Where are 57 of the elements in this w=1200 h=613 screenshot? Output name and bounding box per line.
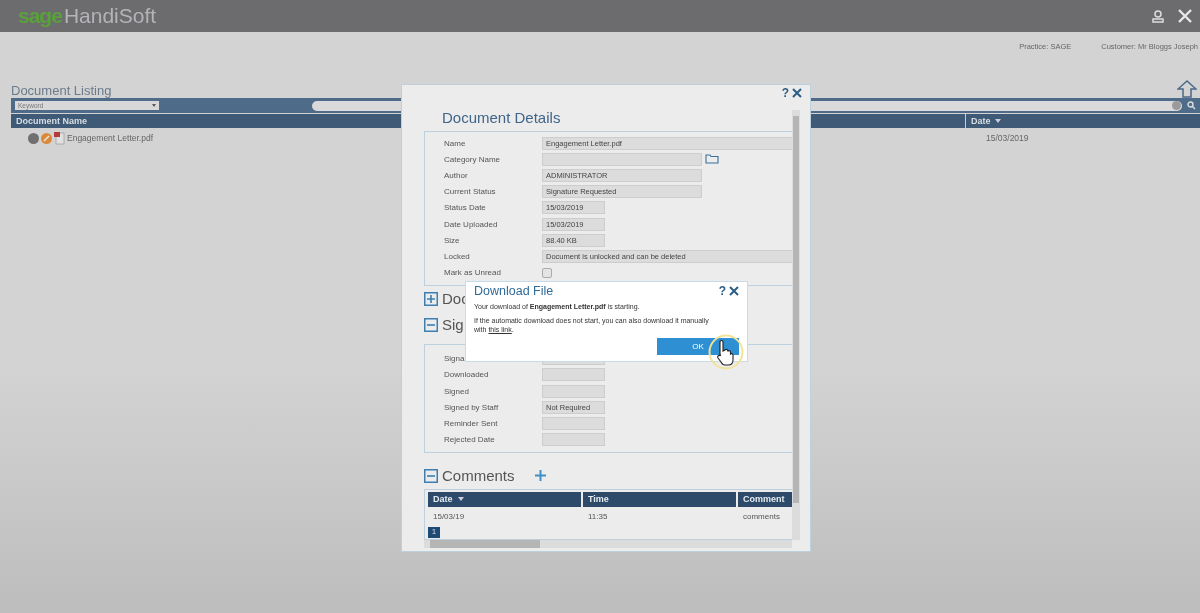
- up-arrow-icon[interactable]: [1177, 80, 1197, 98]
- pdf-file-icon: [54, 131, 65, 145]
- close-icon[interactable]: [792, 87, 802, 98]
- input-field[interactable]: [542, 152, 702, 166]
- column-header[interactable]: Comment: [738, 491, 792, 507]
- table-cell-text: 15/03/19: [432, 512, 466, 522]
- expand-icon[interactable]: [424, 291, 438, 306]
- input-field[interactable]: [542, 384, 605, 398]
- field-label: Rejected Date: [444, 435, 496, 445]
- section-title[interactable]: Sig: [442, 316, 464, 334]
- field-label: Author: [444, 170, 469, 180]
- add-icon[interactable]: [534, 470, 546, 482]
- field-label: Downloaded: [444, 370, 490, 380]
- column-header[interactable]: Date: [971, 116, 1001, 126]
- page-button[interactable]: 1: [428, 526, 440, 538]
- logo-product: HandiSoft: [63, 4, 157, 28]
- search-icon[interactable]: [1187, 101, 1196, 110]
- table-cell-text: 15/03/2019: [985, 133, 1029, 143]
- field-label: Locked: [444, 251, 471, 261]
- edit-icon[interactable]: [41, 132, 52, 144]
- field-label: Size: [444, 235, 461, 245]
- field-label: Status Date: [444, 203, 487, 213]
- sort-icon[interactable]: [457, 497, 464, 502]
- horizontal-scrollbar[interactable]: [424, 540, 792, 548]
- table-cell-text: comments: [742, 512, 781, 522]
- folder-icon[interactable]: [705, 154, 719, 165]
- listing-title: Document Listing: [11, 83, 112, 98]
- vertical-scrollbar[interactable]: [792, 110, 800, 540]
- field-label: Signed: [444, 386, 470, 396]
- help-icon[interactable]: ?: [781, 86, 789, 99]
- column-header[interactable]: Time: [583, 491, 736, 507]
- field-label: Date Uploaded: [444, 219, 499, 229]
- sort-icon[interactable]: [994, 119, 1001, 123]
- input-field[interactable]: [542, 368, 605, 382]
- dialog-title: Download File: [474, 284, 554, 298]
- field-label: Mark as Unread: [444, 268, 502, 278]
- field-label: Current Status: [444, 187, 497, 197]
- collapse-icon[interactable]: [424, 317, 438, 332]
- field-label: Signa: [444, 354, 466, 364]
- help-icon[interactable]: ?: [718, 285, 726, 297]
- column-header[interactable]: Document Name: [16, 116, 87, 126]
- checkbox[interactable]: [542, 267, 552, 278]
- field-label: Name: [444, 138, 467, 148]
- clear-icon[interactable]: [1172, 101, 1181, 110]
- column-header[interactable]: Date: [428, 491, 581, 507]
- input-field[interactable]: [542, 433, 605, 447]
- table-cell-text: 11:35: [587, 512, 609, 522]
- dialog-title: Document Details: [442, 109, 562, 126]
- collapse-icon[interactable]: [424, 468, 438, 483]
- close-icon[interactable]: [729, 286, 739, 296]
- field-label: Reminder Sent: [444, 419, 499, 429]
- user-icon[interactable]: [1152, 9, 1164, 23]
- field-label: Signed by Staff: [444, 402, 500, 412]
- document-name[interactable]: Engagement Letter.pdf: [67, 133, 153, 143]
- section-title[interactable]: Comments: [442, 467, 515, 485]
- input-field[interactable]: [542, 417, 605, 431]
- field-label: Category Name: [444, 154, 502, 164]
